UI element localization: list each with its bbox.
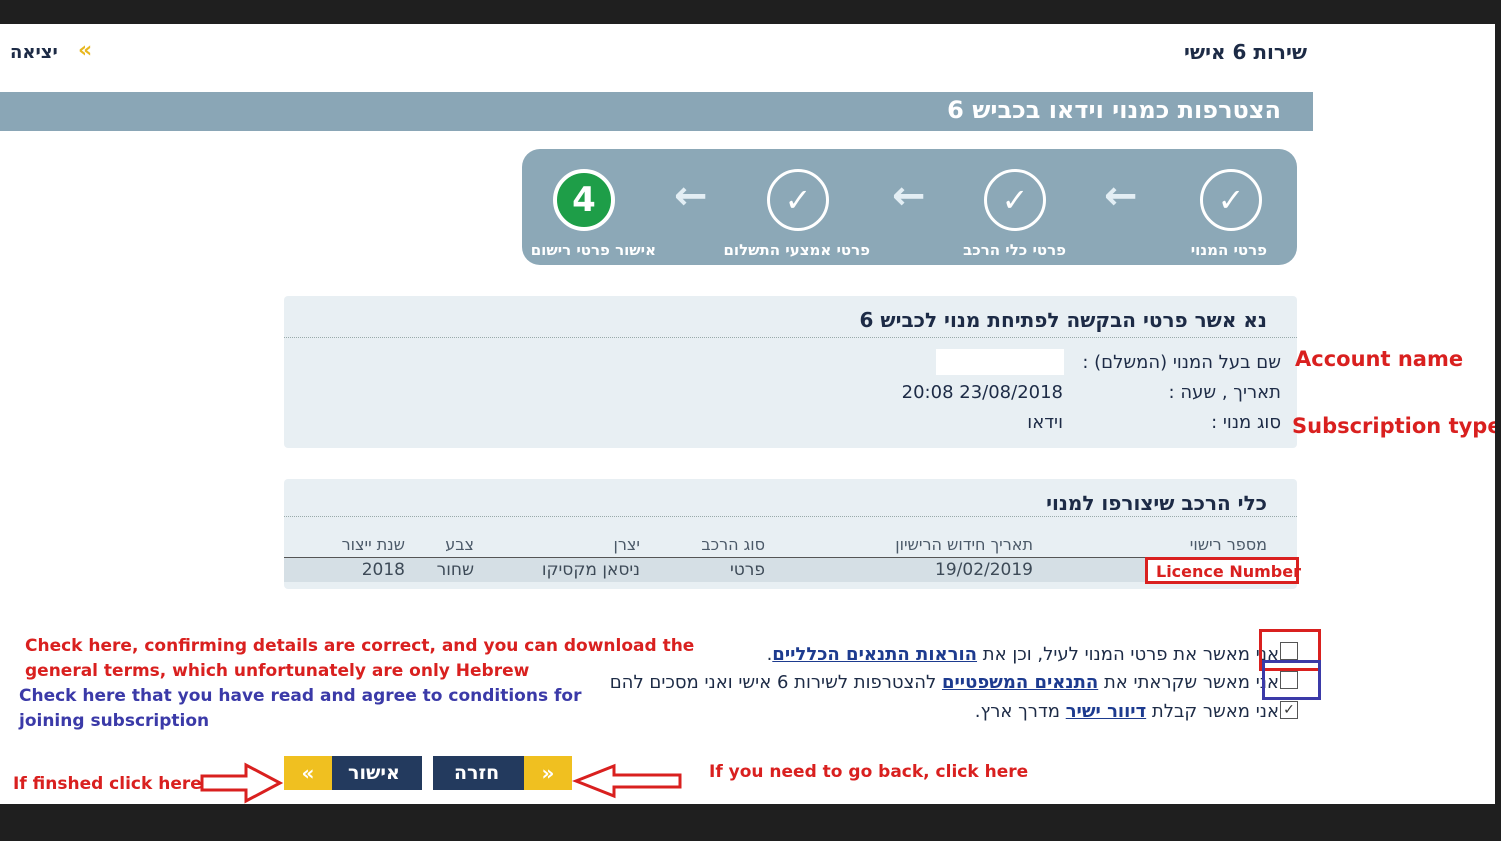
step-4-label: אישור פרטי רישום: [530, 241, 656, 259]
progress-stepper: ✓ פרטי המנוי ← ✓ פרטי כלי הרכב ← ✓ פרטי …: [522, 149, 1297, 265]
direct-mail-checkbox[interactable]: ✓: [1280, 701, 1298, 719]
col-header-color: צבע: [445, 535, 474, 554]
page-title: הצטרפות כמנוי וידאו בכביש 6: [947, 96, 1281, 124]
annotation-check-confirm-line1: Check here, confirming details are corre…: [25, 636, 695, 656]
annotation-account-name: Account name: [1295, 347, 1464, 371]
step-arrow-icon: ←: [674, 173, 708, 219]
back-button-label: חזרה: [454, 762, 500, 784]
date-time-value: 20:08 23/08/2018: [901, 382, 1063, 403]
account-name-label: שם בעל המנוי (המשלם) :: [1082, 352, 1281, 373]
step-3-check-icon: ✓: [767, 169, 829, 231]
cell-year: 2018: [361, 560, 405, 580]
back-button[interactable]: חזרה »: [433, 756, 572, 790]
step-3-label: פרטי אמצעי התשלום: [723, 241, 870, 259]
confirm-details-text: אני מאשר את פרטי המנוי לעיל, וכן את הורא…: [767, 644, 1279, 665]
exit-link[interactable]: יציאה: [10, 42, 58, 63]
arrow-right-icon: [200, 762, 284, 804]
step-2-check-icon: ✓: [984, 169, 1046, 231]
step-1-check-icon: ✓: [1200, 169, 1262, 231]
annotation-subscription-type: Subscription type: [1292, 414, 1495, 438]
step-arrow-icon: ←: [892, 173, 926, 219]
annotation-check-agree-line1: Check here that you have read and agree …: [19, 686, 582, 706]
cell-color: שחור: [436, 560, 474, 580]
col-header-renewal-date: תאריך חידוש הרישיון: [895, 535, 1033, 554]
annotation-licence-box: Licence Number: [1145, 557, 1301, 584]
col-header-vehicle-type: סוג הרכב: [701, 535, 765, 554]
annotation-blue-highlight: [1262, 660, 1321, 700]
annotation-check-confirm-line2: general terms, which unfortunately are o…: [25, 661, 530, 681]
annotation-go-back: If you need to go back, click here: [709, 762, 1029, 782]
exit-chevron-icon[interactable]: «: [78, 38, 92, 63]
details-panel: נא אשר פרטי הבקשה לפתיחת מנוי לכביש 6 שם…: [284, 296, 1297, 448]
direct-mail-text: אני מאשר קבלת דיוור ישיר מדרך ארץ.: [975, 701, 1279, 722]
back-chevron-icon: »: [524, 756, 572, 790]
service-title: שירות 6 אישי: [1184, 40, 1307, 64]
confirm-chevron-icon: «: [284, 756, 332, 790]
divider: [284, 516, 1297, 517]
agree-terms-text: אני מאשר שקראתי את התנאים המשפטיים להצטר…: [610, 672, 1279, 693]
general-terms-link[interactable]: הוראות התנאים הכלליים: [772, 644, 977, 665]
confirm-button[interactable]: « אישור: [284, 756, 422, 790]
cell-manufacturer: ניסאן מקסיקו: [541, 560, 640, 580]
vehicles-title: כלי הרכב שיצורפו למנוי: [1046, 491, 1267, 515]
col-header-year: שנת ייצור: [341, 535, 405, 554]
step-1-label: פרטי המנוי: [1190, 241, 1267, 259]
cell-renewal-date: 19/02/2019: [935, 560, 1033, 580]
col-header-licence: מספר רישוי: [1189, 535, 1267, 554]
legal-terms-link[interactable]: התנאים המשפטיים: [942, 672, 1098, 693]
checkbox-text: אני מאשר שקראתי את: [1098, 672, 1279, 693]
direct-mail-link[interactable]: דיוור ישיר: [1066, 701, 1146, 722]
step-4-current-badge: 4: [553, 169, 615, 231]
divider: [284, 337, 1297, 338]
checkbox-text: להצטרפות לשירות 6 אישי ואני מסכים להם: [609, 672, 942, 693]
checkbox-text: אני מאשר קבלת: [1146, 701, 1279, 722]
subscription-type-label: סוג מנוי :: [1211, 412, 1281, 433]
annotation-finished: If finshed click here: [13, 774, 202, 794]
page-title-bar: הצטרפות כמנוי וידאו בכביש 6: [0, 92, 1313, 131]
checkbox-text: אני מאשר את פרטי המנוי לעיל, וכן את: [977, 644, 1279, 665]
page: שירות 6 אישי יציאה « הצטרפות כמנוי וידאו…: [0, 24, 1495, 804]
col-header-manufacturer: יצרן: [613, 535, 640, 554]
date-time-label: תאריך , שעה :: [1168, 382, 1281, 403]
step-arrow-icon: ←: [1104, 173, 1138, 219]
cell-vehicle-type: פרטי: [729, 560, 765, 580]
subscription-type-value: וידאו: [1027, 412, 1063, 433]
checkbox-text: מדרך ארץ.: [974, 701, 1066, 722]
account-name-value: [936, 349, 1064, 375]
annotation-licence-number: Licence Number: [1156, 562, 1301, 581]
annotation-check-agree-line2: joining subscription: [19, 711, 210, 731]
step-2-label: פרטי כלי הרכב: [963, 241, 1066, 259]
arrow-left-icon: [572, 763, 682, 799]
confirm-button-label: אישור: [348, 762, 400, 784]
details-title: נא אשר פרטי הבקשה לפתיחת מנוי לכביש 6: [859, 308, 1267, 332]
